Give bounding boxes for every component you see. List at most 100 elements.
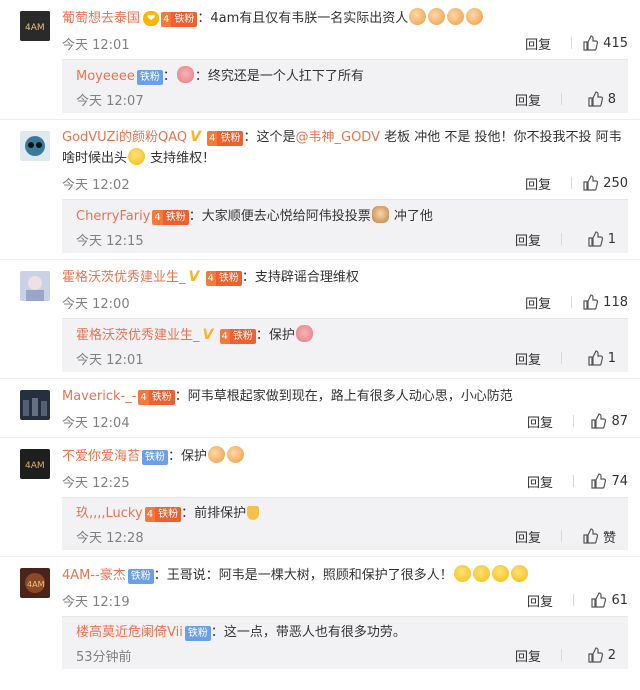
reply-username[interactable]: CherryFariy <box>76 209 150 224</box>
divider <box>561 93 562 105</box>
pig-emoji-icon <box>295 325 313 342</box>
like-button[interactable]: 250 <box>582 175 628 191</box>
like-button[interactable]: 赞 <box>572 527 616 546</box>
avatar[interactable] <box>20 390 50 420</box>
reply-button[interactable]: 回复 <box>527 472 571 491</box>
reply-button[interactable]: 回复 <box>525 34 569 53</box>
like-count: 8 <box>607 91 616 107</box>
like-count: 1 <box>607 350 616 366</box>
thumbs-up-icon <box>583 35 599 51</box>
like-count: 74 <box>611 473 628 489</box>
comment-username[interactable]: 葡萄想去泰国 <box>62 11 140 26</box>
divider <box>561 530 562 542</box>
fans-badge: 4 铁粉 <box>161 12 198 27</box>
reply-username[interactable]: Moyeeee <box>76 69 135 84</box>
verified-v-icon: V <box>190 129 201 145</box>
reply-button[interactable]: 回复 <box>515 527 559 546</box>
fist-emoji-icon <box>466 8 484 25</box>
fist-emoji-icon <box>428 8 446 25</box>
vip-badge: ❤ <box>143 11 160 27</box>
thumbs-up-icon <box>591 592 607 608</box>
reply-username[interactable]: 玖,,,,Lucky <box>76 506 143 521</box>
comment-item: 4AM 葡萄想去泰国 ❤ 4 铁粉 ：4am有且仅有韦朕一名实际出资人 今天 12:01… <box>0 0 640 120</box>
thumbs-up-icon <box>588 91 603 107</box>
like-button[interactable]: 61 <box>584 592 628 608</box>
like-button[interactable]: 1 <box>572 350 616 366</box>
fans-badge: 4 铁粉 <box>138 390 175 405</box>
divider <box>561 649 562 661</box>
reply-username[interactable]: 霍格沃茨优秀建业生_ <box>76 328 200 343</box>
comment-time: 今天 12:01 <box>62 37 130 53</box>
divider <box>571 296 573 308</box>
divider <box>561 352 562 364</box>
like-button[interactable]: 87 <box>584 413 628 429</box>
reply-item: Moyeeee 铁粉：：终究还是一个人扛下了所有 今天 12:07 回复 8 <box>62 59 628 113</box>
comment-time: 今天 12:00 <box>62 296 130 312</box>
avatar[interactable]: 4AM <box>20 568 50 598</box>
like-button[interactable]: 415 <box>582 35 628 51</box>
comment-username[interactable]: 霍格沃茨优秀建业生_ <box>62 270 186 285</box>
like-button[interactable]: 8 <box>572 91 616 107</box>
like-button[interactable]: 2 <box>572 647 616 663</box>
thumbs-up-icon <box>583 175 599 191</box>
like-count: 87 <box>611 413 628 429</box>
svg-text:4AM: 4AM <box>25 461 45 471</box>
fans-badge: 4 铁粉 <box>152 210 189 225</box>
thumbs-up-icon <box>583 528 598 544</box>
like-button[interactable]: 1 <box>572 231 616 247</box>
shield-emoji-icon <box>247 506 260 520</box>
like-count: 61 <box>611 592 628 608</box>
like-button[interactable]: 74 <box>584 473 628 489</box>
like-count: 1 <box>607 231 616 247</box>
avatar[interactable]: 4AM <box>20 449 50 479</box>
like-button[interactable]: 118 <box>582 294 628 310</box>
reply-button[interactable]: 回复 <box>527 412 571 431</box>
avatar[interactable] <box>20 131 50 161</box>
reply-item: 霍格沃茨优秀建业生_ V 4 铁粉 ：保护 今天 12:01 回复 1 <box>62 318 628 372</box>
svg-text:4AM: 4AM <box>25 23 45 33</box>
like-count: 118 <box>603 294 628 310</box>
verified-v-icon: V <box>188 269 200 285</box>
comment-username[interactable]: 4AM--豪杰 <box>62 568 126 583</box>
thumbs-up-icon <box>583 294 599 310</box>
reply-username[interactable]: 楼高莫近危阑倚Vii <box>76 625 183 640</box>
verified-v-icon: V <box>202 327 214 343</box>
comment-text: ：王哥说：阿韦是一棵大树，照顾和保护了很多人！ <box>153 568 453 583</box>
avatar[interactable]: 4AM <box>20 11 50 41</box>
divider <box>561 233 562 245</box>
reply-button[interactable]: 回复 <box>527 591 571 610</box>
reply-button[interactable]: 回复 <box>515 646 559 665</box>
comment-time: 今天 12:04 <box>62 415 130 431</box>
reply-button[interactable]: 回复 <box>515 90 559 109</box>
thumbs-up-icon <box>588 231 603 247</box>
reply-button[interactable]: 回复 <box>525 174 569 193</box>
divider <box>571 177 573 189</box>
reply-button[interactable]: 回复 <box>525 293 569 312</box>
comment-text: ：阿韦草根起家做到现在，路上有很多人动心思，小心防范 <box>174 389 513 404</box>
fist-emoji-icon <box>208 446 226 463</box>
cat-emoji-icon <box>371 206 389 223</box>
reply-time: 今天 12:07 <box>76 93 144 109</box>
comment-username[interactable]: 不爱你爱海苔 <box>62 449 140 464</box>
reply-time: 今天 12:01 <box>76 352 144 368</box>
fist-emoji-icon <box>227 446 245 463</box>
fans-badge: 4 铁粉 <box>205 271 242 286</box>
fans-badge: 4 铁粉 <box>207 131 244 146</box>
like-count: 2 <box>607 647 616 663</box>
fans-badge: 4 铁粉 <box>144 507 182 522</box>
comment-username[interactable]: GodVUZi的颜粉QAQ <box>62 130 187 145</box>
comment-time: 今天 12:02 <box>62 177 130 193</box>
svg-text:4AM: 4AM <box>27 580 45 589</box>
reply-time: 今天 12:15 <box>76 233 144 249</box>
crying-emoji-icon <box>491 565 509 582</box>
comment-item: 4AM 不爱你爱海苔 铁粉 ：保护 今天 12:25 回复 74 玖,,,,Luck… <box>0 438 640 557</box>
reply-button[interactable]: 回复 <box>515 349 559 368</box>
comment-username[interactable]: Maverick-_- <box>62 389 136 404</box>
divider <box>571 37 573 49</box>
avatar[interactable] <box>20 271 50 301</box>
reply-item: 楼高莫近危阑倚Vii 铁粉 ：这一点，带恶人也有很多功劳。 53分钟前 回复 2 <box>62 616 628 669</box>
reply-item: 玖,,,,Lucky 4 铁粉 ：前排保护 今天 12:28 回复 赞 <box>62 497 628 550</box>
fist-emoji-icon <box>409 8 427 25</box>
reply-button[interactable]: 回复 <box>515 230 559 249</box>
mention-link[interactable]: @韦神_GODV <box>296 130 380 145</box>
